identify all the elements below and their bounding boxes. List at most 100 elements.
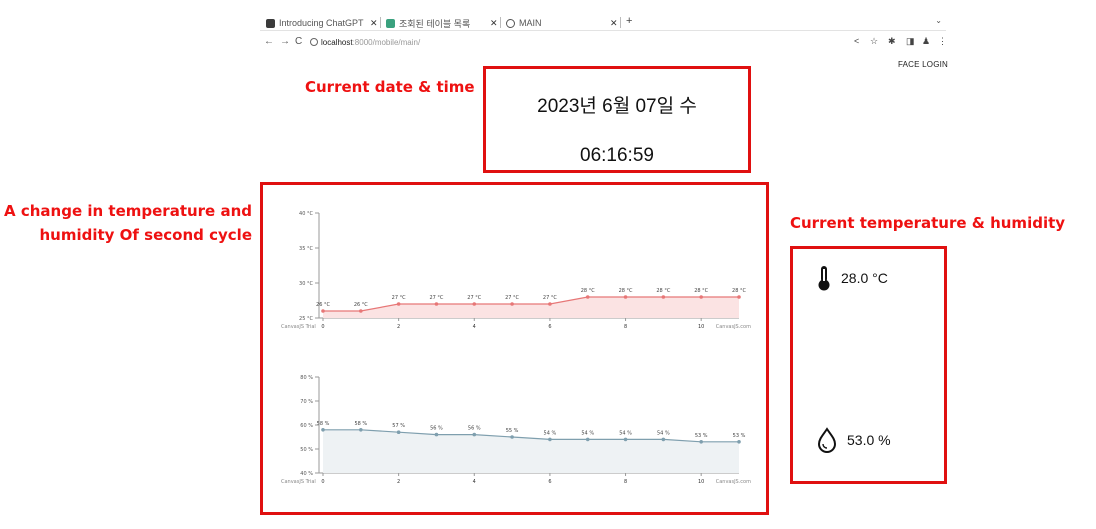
data-label: 55 % <box>506 428 519 434</box>
sidebar-icon[interactable]: ◨ <box>906 36 915 47</box>
data-label: 27 °C <box>543 295 557 301</box>
data-point <box>661 437 666 442</box>
data-point <box>434 432 439 437</box>
y-tick-label: 80 % <box>300 375 313 381</box>
data-label: 54 % <box>657 430 670 436</box>
forward-arrow-icon[interactable]: → <box>280 36 290 47</box>
x-tick-label: 10 <box>698 324 704 330</box>
y-tick-label: 25 °C <box>299 316 313 322</box>
datetime-panel: 2023년 6월 07일 수 06:16:59 <box>483 66 751 173</box>
y-tick-label: 50 % <box>300 447 313 453</box>
y-tick-label: 40 °C <box>299 211 313 217</box>
temperature-value: 28.0 °C <box>841 270 888 286</box>
data-point <box>359 309 363 313</box>
series-area <box>323 297 739 318</box>
y-tick-label: 35 °C <box>299 246 313 252</box>
menu-kebab-icon[interactable]: ⋮ <box>938 36 947 47</box>
tab-label: 조회된 테이블 목록 <box>399 18 471 29</box>
tab-menu-chevron-down-icon[interactable]: ⌄ <box>935 16 942 25</box>
data-point <box>699 440 703 444</box>
star-icon[interactable]: ☆ <box>870 36 878 47</box>
extensions-puzzle-icon[interactable]: ✱ <box>888 36 896 47</box>
close-icon[interactable]: ✕ <box>490 18 498 29</box>
series-area <box>323 429 739 473</box>
temperature-chart: 40 °C 35 °C 30 °C 25 °C 0 2 4 6 8 10 26 °C 26 °C 27 … <box>281 211 751 330</box>
y-tick-label: 30 °C <box>299 281 313 287</box>
data-point <box>434 302 439 306</box>
data-label: 54 % <box>581 430 594 436</box>
x-tick-label: 4 <box>473 479 476 485</box>
data-label: 27 °C <box>505 295 519 301</box>
close-icon[interactable]: ✕ <box>370 18 378 29</box>
thermometer-icon <box>818 266 830 291</box>
data-label: 26 °C <box>354 302 368 308</box>
data-point <box>548 302 552 306</box>
data-point <box>510 435 514 439</box>
data-point <box>359 428 363 432</box>
x-tick-label: 6 <box>548 324 551 330</box>
tab-main[interactable]: MAIN ✕ <box>506 16 622 30</box>
current-time: 06:16:59 <box>580 145 654 166</box>
data-label: 57 % <box>392 423 405 429</box>
data-point <box>510 302 514 306</box>
data-label: 56 % <box>468 426 481 432</box>
tab-separator <box>620 17 621 28</box>
globe-favicon-icon <box>506 18 515 28</box>
reload-icon[interactable]: C <box>295 36 302 47</box>
y-tick-label: 40 % <box>300 471 313 477</box>
data-point <box>321 428 325 432</box>
temperature-row: 28.0 °C <box>817 265 888 291</box>
humidity-value: 53.0 % <box>847 432 891 448</box>
annotation-chart-line1: A change in temperature and <box>4 202 252 220</box>
data-point <box>661 295 666 299</box>
data-point <box>585 437 590 442</box>
data-label: 28 °C <box>619 288 633 294</box>
data-label: 28 °C <box>694 288 708 294</box>
data-label: 58 % <box>317 421 330 427</box>
close-icon[interactable]: ✕ <box>610 18 618 29</box>
tab-introducing-chatgpt[interactable]: Introducing ChatGPT ✕ <box>266 16 384 30</box>
data-point <box>737 440 741 444</box>
data-point <box>548 437 552 442</box>
url-host: localhost <box>321 37 353 47</box>
current-date: 2023년 6월 07일 수 <box>537 96 697 117</box>
annotation-chart-line2: humidity Of second cycle <box>39 226 253 244</box>
data-label: 28 °C <box>656 288 670 294</box>
credit-left: CanvasJS Trial <box>281 479 316 485</box>
tab-separator <box>380 17 381 28</box>
share-icon[interactable]: < <box>854 36 859 46</box>
humidity-chart: 80 % 70 % 60 % 50 % 40 % 0 2 4 6 8 10 58 % 58 % 57 % 5… <box>281 375 751 485</box>
data-point <box>472 302 477 306</box>
tab-label: MAIN <box>519 18 542 28</box>
credit-left: CanvasJS Trial <box>281 324 316 330</box>
data-label: 27 °C <box>392 295 406 301</box>
x-tick-label: 0 <box>321 324 324 330</box>
url-field[interactable]: localhost:8000/mobile/main/ <box>310 34 850 50</box>
humidity-row: 53.0 % <box>817 427 891 453</box>
data-label: 54 % <box>544 430 557 436</box>
data-point <box>472 432 477 437</box>
credit-right: CanvasJS.com <box>716 324 751 330</box>
data-point <box>396 302 401 306</box>
data-point <box>623 295 628 299</box>
x-tick-label: 4 <box>473 324 476 330</box>
data-point <box>699 295 703 299</box>
x-tick-label: 8 <box>624 324 627 330</box>
charts-panel: 40 °C 35 °C 30 °C 25 °C 0 2 4 6 8 10 26 °C 26 °C 27 … <box>260 182 769 515</box>
tab-label: Introducing ChatGPT <box>279 18 364 28</box>
data-label: 54 % <box>619 430 632 436</box>
face-login-link[interactable]: FACE LOGIN <box>898 60 948 69</box>
x-tick-label: 2 <box>397 479 400 485</box>
x-tick-label: 0 <box>321 479 324 485</box>
back-arrow-icon[interactable]: ← <box>264 36 274 47</box>
chatgpt-favicon-icon <box>266 18 275 28</box>
profile-icon[interactable]: ♟ <box>922 36 930 47</box>
data-point <box>321 309 325 313</box>
new-tab-button[interactable]: + <box>626 15 632 27</box>
tab-table-list[interactable]: 조회된 테이블 목록 ✕ <box>386 16 502 30</box>
data-label: 28 °C <box>581 288 595 294</box>
table-favicon-icon <box>386 18 395 28</box>
x-tick-label: 6 <box>548 479 551 485</box>
x-tick-label: 2 <box>397 324 400 330</box>
credit-right: CanvasJS.com <box>716 479 751 485</box>
